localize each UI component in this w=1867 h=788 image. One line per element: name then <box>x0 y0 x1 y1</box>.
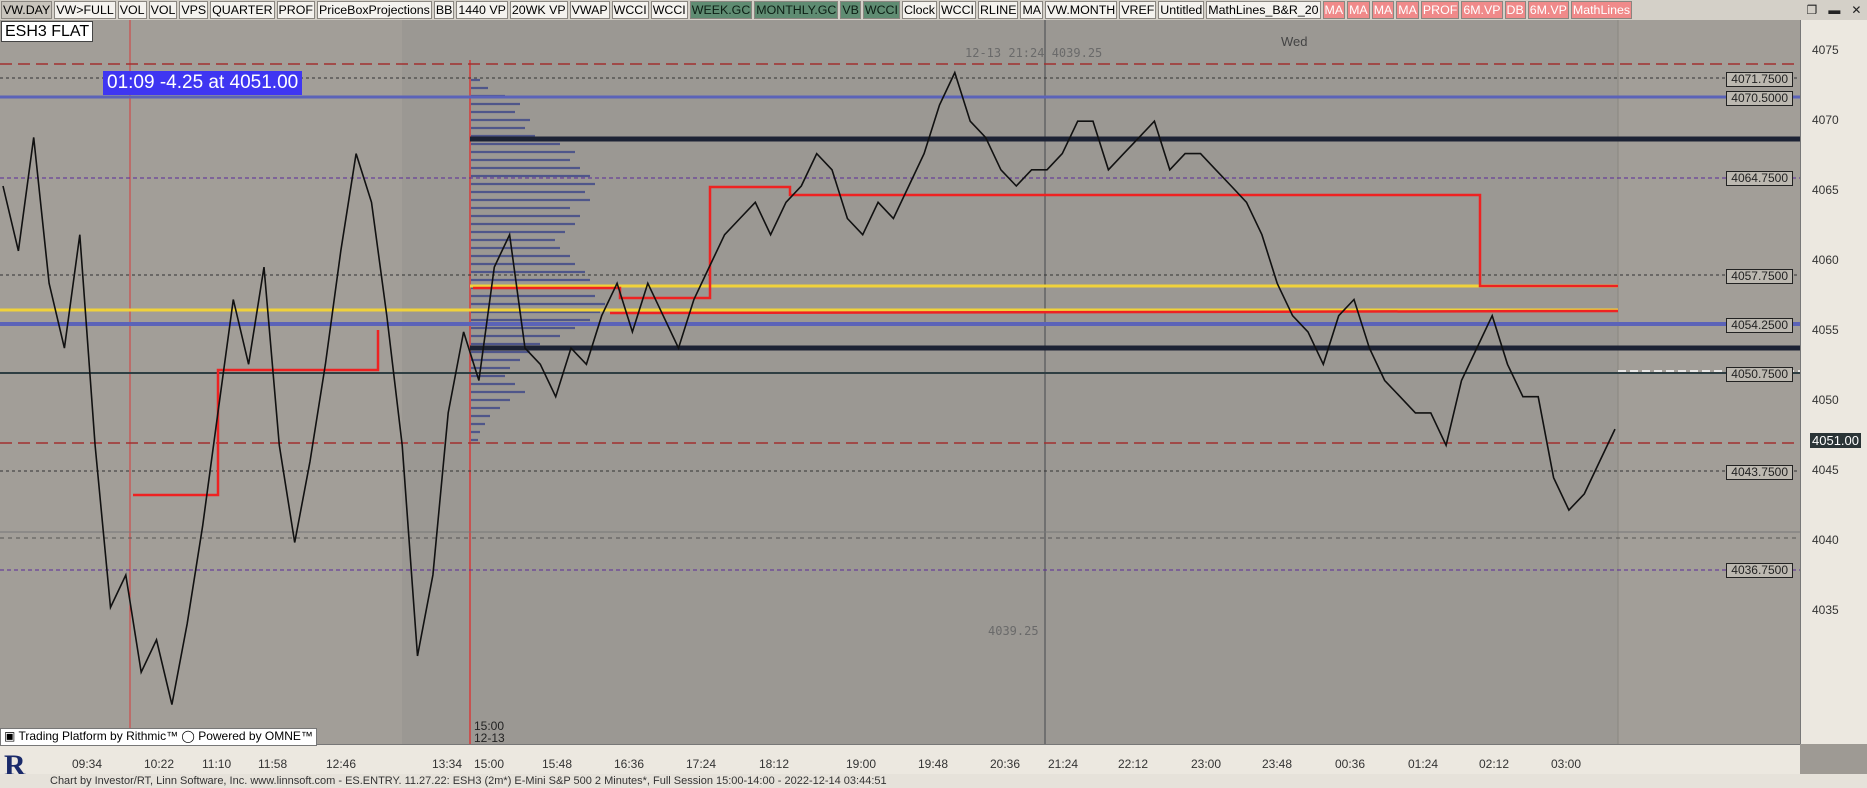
time-tick: 12:46 <box>326 757 357 771</box>
toolbar-button-32[interactable]: DB <box>1504 1 1526 19</box>
toolbar-button-15[interactable]: MONTHLY.GC <box>754 1 839 19</box>
toolbar-button-34[interactable]: MathLines <box>1570 1 1633 19</box>
time-tick: 19:00 <box>846 757 877 771</box>
footer-text: Chart by Investor/RT, Linn Software, Inc… <box>50 775 887 787</box>
toolbar-button-19[interactable]: WCCI <box>938 1 976 19</box>
window-controls: ❐ ▬ ✕ <box>1801 0 1867 20</box>
price-tick: 4075 <box>1812 43 1839 57</box>
level-label: 4071.7500 <box>1726 72 1793 87</box>
level-label: 4050.7500 <box>1726 367 1793 382</box>
toolbar-button-23[interactable]: VREF <box>1119 1 1157 19</box>
toolbar-button-29[interactable]: MA <box>1396 1 1419 19</box>
platform-icon: ▣ <box>4 729 16 743</box>
toolbar-button-26[interactable]: MA <box>1322 1 1346 19</box>
symbol-label[interactable]: ESH3 FLAT <box>1 21 94 42</box>
toolbar-button-14[interactable]: WEEK.GC <box>689 1 753 19</box>
price-tick: 4065 <box>1812 183 1839 197</box>
time-tick: 11:10 <box>202 757 232 771</box>
restore-icon[interactable]: ❐ <box>1807 3 1818 17</box>
indicator-toolbar: VW.DAY VW>FULL VOL VOL VPS QUARTER PROF PriceBo… <box>0 0 1801 20</box>
toolbar-button-3[interactable]: VOL <box>148 1 178 19</box>
time-tick: 03:00 <box>1551 757 1582 771</box>
rithmic-badge: ▣ Trading Platform by Rithmic™ ◯ Powered… <box>0 728 317 746</box>
powered-by-text: Powered by OMNE™ <box>198 729 313 743</box>
toolbar-button-24[interactable]: Untitled <box>1158 1 1205 19</box>
level-label: 4057.7500 <box>1726 269 1793 284</box>
toolbar-button-28[interactable]: MA <box>1371 1 1395 19</box>
time-tick: 13:34 <box>432 757 463 771</box>
toolbar-button-0[interactable]: VW.DAY <box>1 1 53 19</box>
toolbar-button-10[interactable]: 20WK VP <box>509 1 568 19</box>
time-tick: 17:24 <box>686 757 717 771</box>
time-tick: 21:24 <box>1048 757 1079 771</box>
toolbar-button-6[interactable]: PROF <box>276 1 315 19</box>
time-tick: 10:22 <box>144 757 175 771</box>
price-tick: 4050 <box>1812 393 1839 407</box>
toolbar-button-4[interactable]: VPS <box>179 1 209 19</box>
toolbar-button-31[interactable]: 6M.VP <box>1461 1 1503 19</box>
time-tick: 11:58 <box>258 757 288 771</box>
price-tick: 4040 <box>1812 533 1839 547</box>
time-tick: 00:36 <box>1335 757 1366 771</box>
time-tick: 22:12 <box>1118 757 1149 771</box>
level-label: 4070.5000 <box>1726 91 1793 106</box>
price-tick: 4045 <box>1812 463 1839 477</box>
price-tick: 4055 <box>1812 323 1839 337</box>
time-tick: 09:34 <box>72 757 103 771</box>
toolbar-button-22[interactable]: VW.MONTH <box>1045 1 1118 19</box>
time-tick: 15:00 <box>474 757 505 771</box>
minimize-icon[interactable]: ▬ <box>1828 3 1840 17</box>
toolbar-button-25[interactable]: MathLines_B&R_20 <box>1206 1 1321 19</box>
trading-platform-text: Trading Platform by Rithmic™ <box>18 729 179 743</box>
time-tick: 02:12 <box>1479 757 1510 771</box>
day-label: Wed <box>1281 34 1308 49</box>
toolbar-button-9[interactable]: 1440 VP <box>456 1 508 19</box>
toolbar-button-8[interactable]: BB <box>433 1 455 19</box>
time-tick: 23:48 <box>1262 757 1293 771</box>
bottom-marker-label: 4039.25 <box>988 624 1039 638</box>
price-chart[interactable] <box>0 20 1800 744</box>
toolbar-button-5[interactable]: QUARTER <box>210 1 275 19</box>
toolbar-button-2[interactable]: VOL <box>117 1 147 19</box>
toolbar-button-33[interactable]: 6M.VP <box>1527 1 1569 19</box>
current-price-label: 4051.00 <box>1810 433 1861 448</box>
session-date: 12-13 <box>474 731 505 745</box>
toolbar-button-30[interactable]: PROF <box>1420 1 1460 19</box>
time-tick: 18:12 <box>759 757 790 771</box>
toolbar-button-12[interactable]: WCCI <box>611 1 649 19</box>
price-tick: 4070 <box>1812 113 1839 127</box>
status-footer: Chart by Investor/RT, Linn Software, Inc… <box>0 774 1867 788</box>
time-axis[interactable]: 09:34 10:22 11:10 11:58 12:46 13:34 15:00 15:48… <box>0 744 1800 775</box>
top-marker-label: 12-13 21:24 4039.25 <box>965 46 1103 60</box>
session-start-label: 15:00 12-13 <box>474 720 505 744</box>
time-tick: 23:00 <box>1191 757 1222 771</box>
trade-info-label: 01:09 -4.25 at 4051.00 <box>103 71 303 95</box>
time-tick: 16:36 <box>614 757 645 771</box>
toolbar-button-27[interactable]: MA <box>1347 1 1370 19</box>
level-label: 4036.7500 <box>1726 563 1793 578</box>
omne-icon: ◯ <box>181 729 195 743</box>
time-tick: 15:48 <box>542 757 573 771</box>
toolbar-button-7[interactable]: PriceBoxProjections <box>316 1 432 19</box>
toolbar-button-21[interactable]: MA <box>1020 1 1044 19</box>
time-tick: 01:24 <box>1408 757 1439 771</box>
price-tick: 4035 <box>1812 603 1839 617</box>
toolbar-button-11[interactable]: VWAP <box>569 1 610 19</box>
price-axis[interactable]: 4075 4070 4065 4060 4055 4050 4045 4040 4035 <box>1800 20 1867 744</box>
toolbar-button-20[interactable]: RLINE <box>977 1 1019 19</box>
toolbar-button-16[interactable]: VB <box>840 1 861 19</box>
level-label: 4054.2500 <box>1726 318 1793 333</box>
close-icon[interactable]: ✕ <box>1851 3 1861 17</box>
toolbar-button-13[interactable]: WCCI <box>650 1 688 19</box>
toolbar-button-17[interactable]: WCCI <box>862 1 900 19</box>
level-label: 4043.7500 <box>1726 465 1793 480</box>
time-tick: 20:36 <box>990 757 1021 771</box>
level-label: 4064.7500 <box>1726 171 1793 186</box>
time-tick: 19:48 <box>918 757 949 771</box>
price-tick: 4060 <box>1812 253 1839 267</box>
toolbar-button-1[interactable]: VW>FULL <box>54 1 116 19</box>
toolbar-button-18[interactable]: Clock <box>901 1 937 19</box>
